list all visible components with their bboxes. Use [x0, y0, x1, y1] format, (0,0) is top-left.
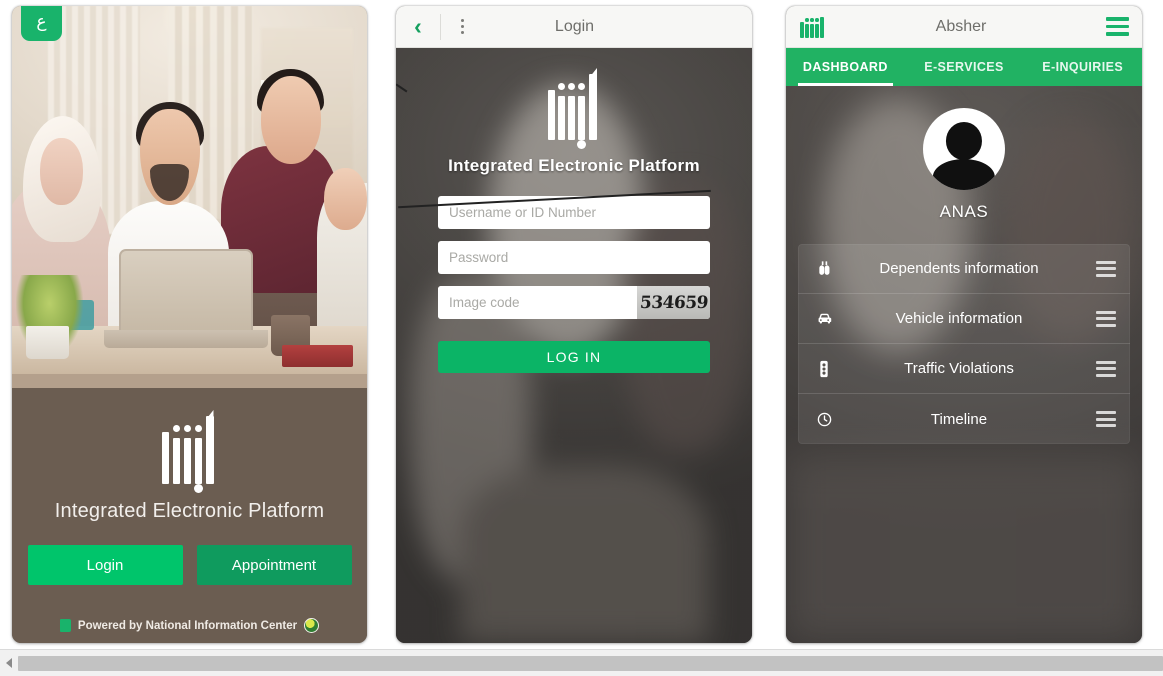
absher-logo-icon: [548, 68, 600, 149]
login-form: 534659: [396, 83, 752, 319]
person-avatar-icon[interactable]: [923, 108, 1005, 190]
splash-divider-strip: [12, 374, 367, 388]
splash-screen-panel: ع Integrated Electronic Platform Login A…: [12, 6, 367, 643]
arrow-left-icon[interactable]: [0, 650, 18, 676]
kebab-menu-icon[interactable]: [441, 6, 483, 47]
drag-handle-icon[interactable]: [1082, 411, 1130, 427]
splash-button-row: Login Appointment: [27, 545, 352, 585]
horizontal-scrollbar[interactable]: [0, 649, 1163, 676]
password-input[interactable]: [438, 241, 710, 274]
dashboard-widget-list: Dependents information Vehicle informati…: [798, 244, 1130, 444]
tab-e-inquiries[interactable]: E-INQUIRIES: [1023, 48, 1142, 86]
login-platform-title: Integrated Electronic Platform: [448, 156, 700, 175]
list-item-label: Vehicle information: [895, 310, 1023, 327]
screenshot-root: ع Integrated Electronic Platform Login A…: [0, 0, 1163, 676]
list-item[interactable]: Timeline: [798, 394, 1130, 444]
tab-e-services[interactable]: E-SERVICES: [905, 48, 1024, 86]
dashboard-topbar: Absher: [786, 6, 1142, 48]
tab-dashboard[interactable]: DASHBOARD: [786, 48, 905, 86]
login-topbar: ‹ Login: [396, 6, 752, 48]
powered-by-label: Powered by National Information Center: [77, 619, 298, 632]
splash-title: Integrated Electronic Platform: [54, 500, 325, 522]
user-name: ANAS: [939, 202, 989, 221]
drag-handle-icon[interactable]: [1082, 260, 1130, 277]
dashboard-background: ANAS Dependents information Vehicle info…: [786, 86, 1142, 643]
list-item-label: Dependents information: [879, 260, 1039, 277]
image-code-input[interactable]: [438, 286, 637, 319]
drag-handle-icon[interactable]: [1082, 360, 1130, 377]
image-code-row: 534659: [396, 83, 712, 319]
hamburger-icon[interactable]: [1092, 17, 1142, 36]
captcha-image: 534659: [396, 83, 712, 319]
list-item[interactable]: Dependents information: [798, 244, 1130, 294]
user-profile-block: ANAS: [786, 86, 1142, 222]
language-toggle-badge[interactable]: ع: [21, 6, 62, 41]
absher-logo-icon: [161, 410, 218, 493]
powered-by-footer: Powered by National Information Center: [12, 618, 367, 633]
splash-body: Integrated Electronic Platform Login App…: [12, 374, 367, 643]
list-item[interactable]: Vehicle information: [798, 294, 1130, 344]
chevron-left-icon[interactable]: ‹: [396, 6, 440, 47]
list-item-label: Traffic Violations: [904, 360, 1014, 377]
appointment-button[interactable]: Appointment: [196, 545, 352, 585]
dashboard-tabbar: DASHBOARD E-SERVICES E-INQUIRIES: [786, 48, 1142, 86]
hero-family-photo: [12, 6, 367, 374]
login-screen-panel: ‹ Login Integrated Electronic Platform U…: [396, 6, 752, 643]
list-item-label: Timeline: [930, 410, 988, 428]
login-title: Login: [554, 17, 595, 35]
national-information-center-seal-icon: [304, 618, 320, 633]
login-button[interactable]: Login: [27, 545, 183, 585]
scrollbar-thumb[interactable]: [18, 655, 1163, 671]
flag-icon: [59, 619, 71, 632]
login-content: Integrated Electronic Platform 534659: [396, 48, 752, 373]
login-background: Integrated Electronic Platform 534659: [396, 48, 752, 643]
log-in-submit-button[interactable]: LOG IN: [438, 341, 710, 373]
list-item[interactable]: Traffic Violations: [798, 344, 1130, 394]
dashboard-title: Absher: [935, 17, 987, 35]
drag-handle-icon[interactable]: [1082, 310, 1130, 327]
captcha-text: 534659: [639, 292, 709, 313]
dashboard-screen-panel: Absher DASHBOARD E-SERVICES E-INQUIRIES …: [786, 6, 1142, 643]
